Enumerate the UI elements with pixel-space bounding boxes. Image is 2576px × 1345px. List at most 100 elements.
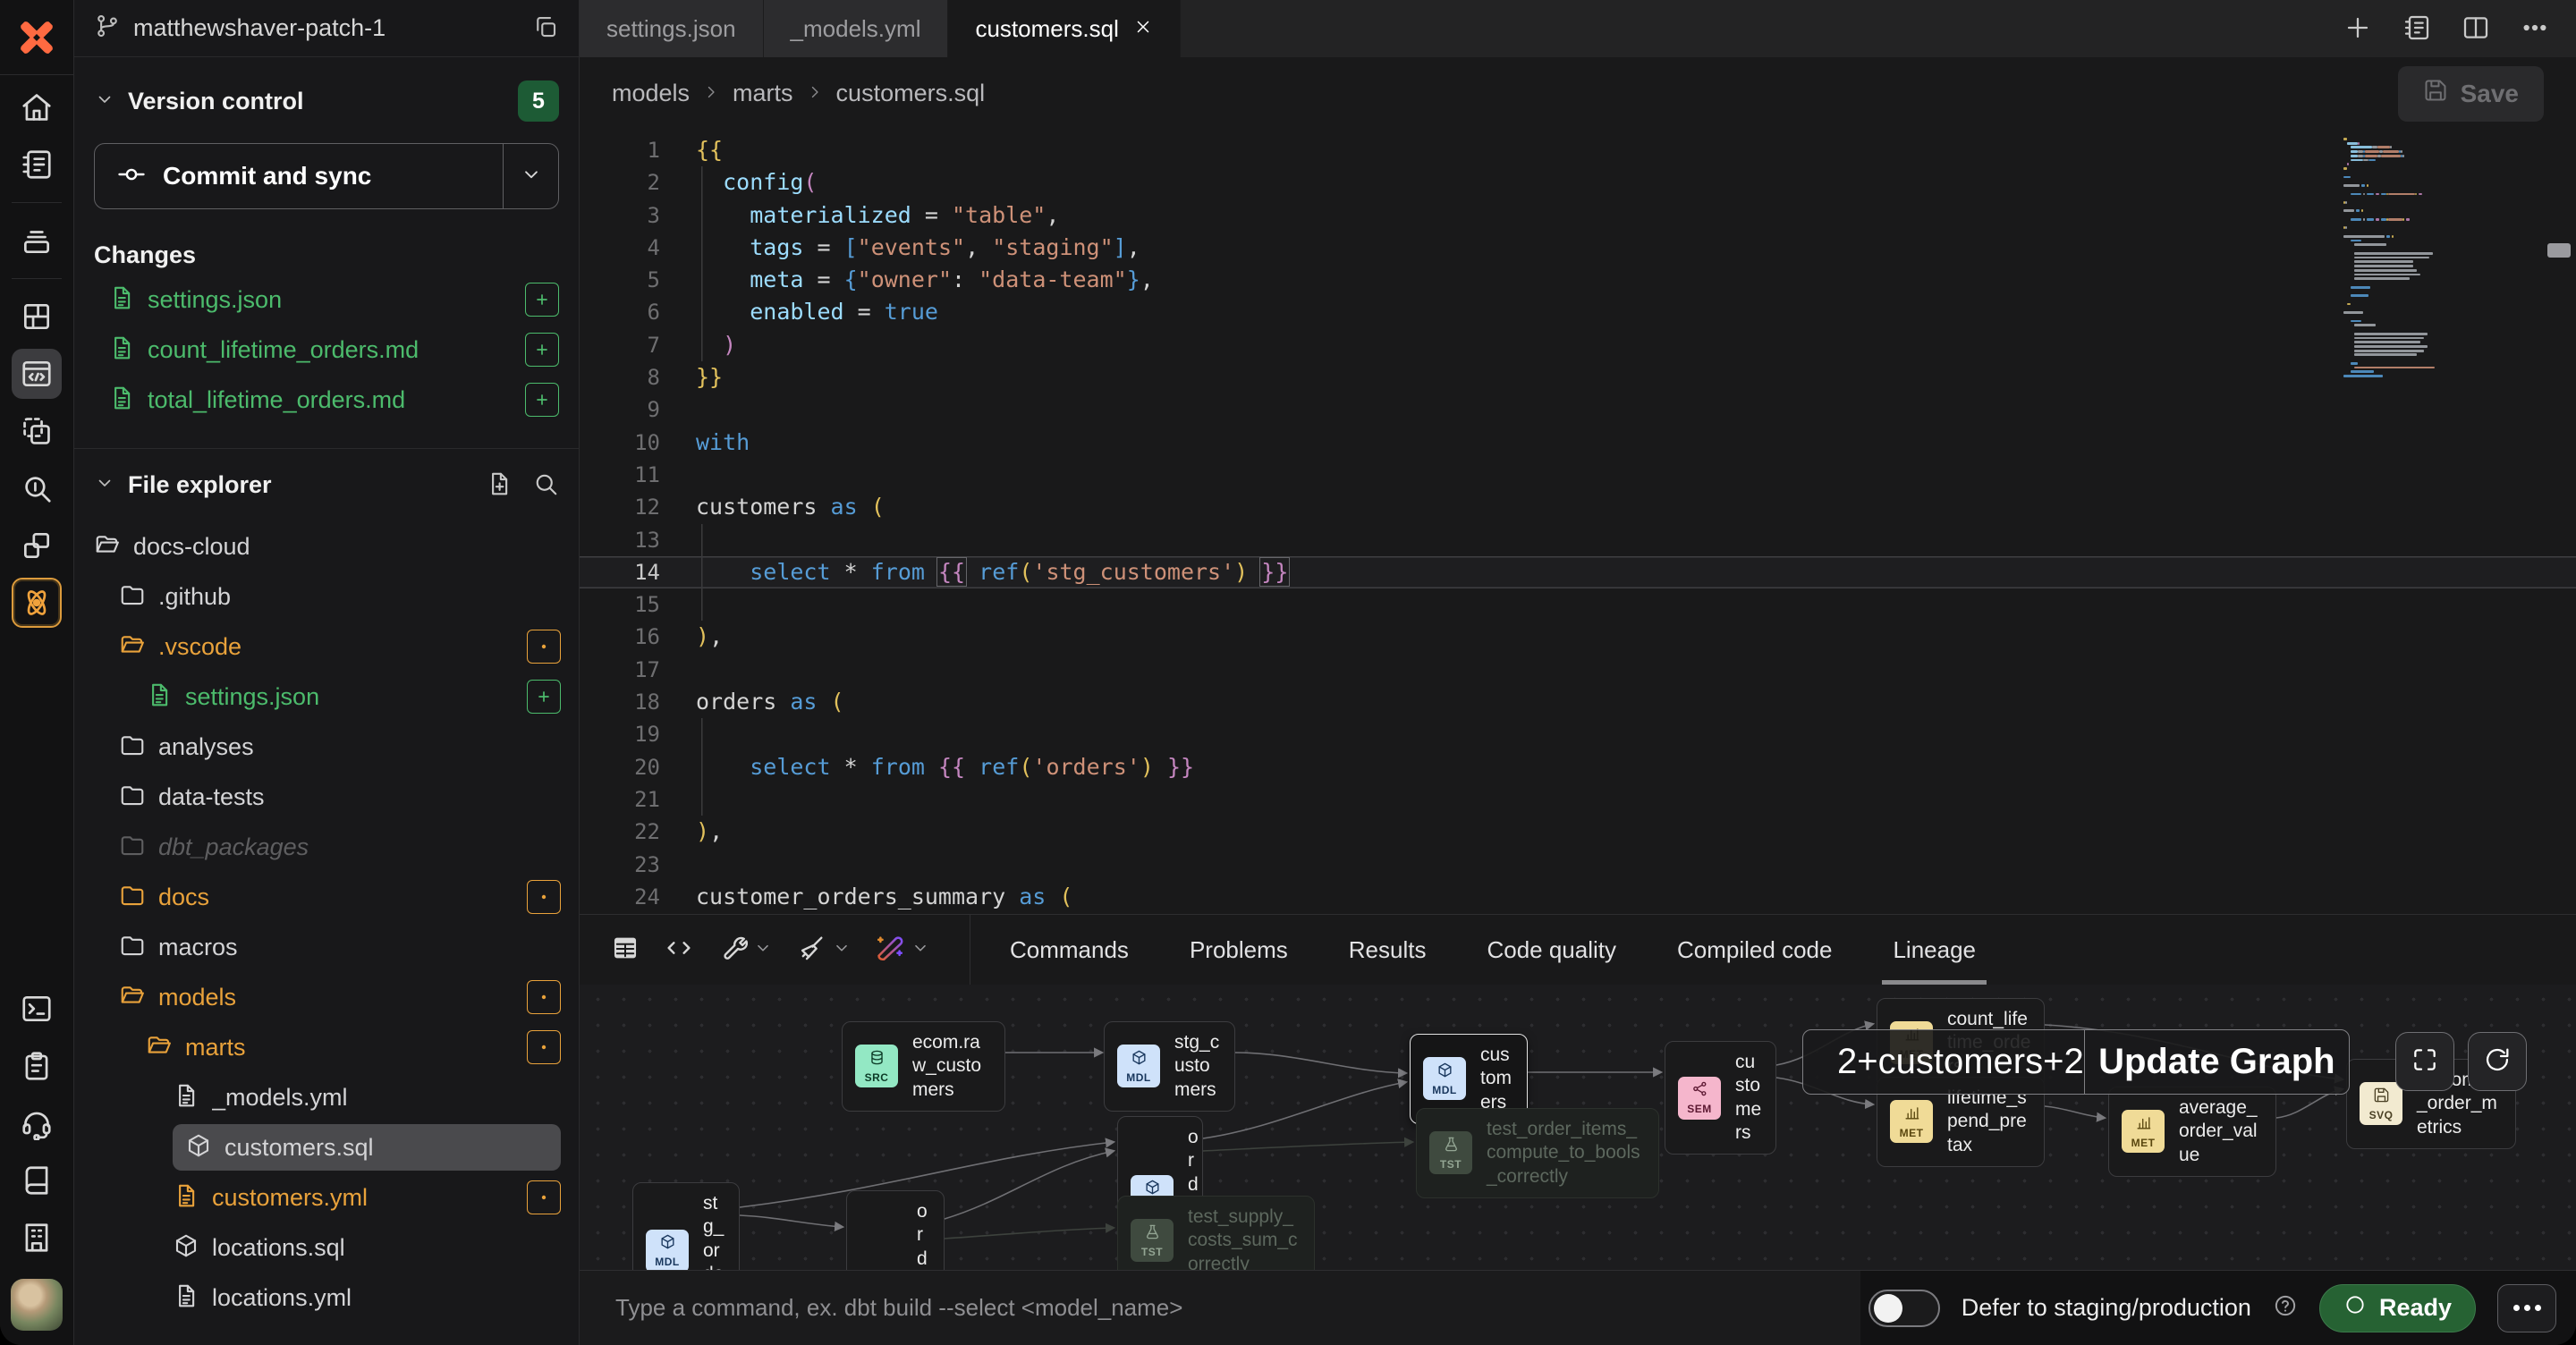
user-avatar[interactable]: [11, 1279, 63, 1331]
breadcrumb-part[interactable]: marts: [733, 80, 793, 107]
rail-item-code-editor[interactable]: [12, 349, 62, 399]
code-line-23[interactable]: 23: [580, 849, 2576, 881]
help-icon[interactable]: [2273, 1293, 2298, 1323]
search-files-button[interactable]: [532, 470, 559, 500]
rail-item-building[interactable]: [12, 1213, 62, 1263]
panel-tab-lineage[interactable]: Lineage: [1862, 915, 2006, 985]
code-line-7[interactable]: 7 ): [580, 329, 2576, 361]
tree-item-settings.json[interactable]: settings.json: [74, 672, 579, 722]
tree-item-locations.sql[interactable]: locations.sql: [74, 1222, 579, 1273]
lineage-node-stg_customers[interactable]: MDLstg_customers: [1104, 1021, 1235, 1112]
modified-badge[interactable]: [527, 1180, 561, 1214]
panel-tab-results[interactable]: Results: [1318, 915, 1457, 985]
panel-tab-compiled-code[interactable]: Compiled code: [1647, 915, 1862, 985]
tab-customers.sql[interactable]: customers.sql: [948, 0, 1180, 57]
breadcrumb-part[interactable]: customers.sql: [836, 80, 986, 107]
code-line-1[interactable]: 1{{: [580, 134, 2576, 166]
lineage-canvas[interactable]: SRCecom.raw_customers MDLstg_customers MDL…: [580, 985, 2576, 1270]
breadcrumb-part[interactable]: models: [612, 80, 690, 107]
tree-item-customers.sql[interactable]: customers.sql: [74, 1122, 579, 1172]
editor-scrollbar-thumb[interactable]: [2547, 243, 2571, 258]
dbt-logo[interactable]: [0, 0, 73, 75]
stage-add-badge[interactable]: [525, 283, 559, 317]
modified-badge[interactable]: [527, 630, 561, 664]
rail-item-copy-dashed[interactable]: [12, 406, 62, 456]
tree-item-.vscode[interactable]: .vscode: [74, 622, 579, 672]
split-editor-icon[interactable]: [2462, 13, 2490, 45]
rail-item-headset[interactable]: [12, 1098, 62, 1148]
tree-item-.github[interactable]: .github: [74, 571, 579, 622]
code-line-21[interactable]: 21: [580, 783, 2576, 816]
new-file-button[interactable]: [486, 470, 513, 500]
ready-status-button[interactable]: Ready: [2319, 1284, 2476, 1332]
lineage-selector-input[interactable]: 2+customers+2: [1803, 1030, 2084, 1094]
lineage-refresh-button[interactable]: [2468, 1032, 2527, 1091]
defer-toggle[interactable]: [1868, 1290, 1940, 1327]
commit-options-dropdown[interactable]: [503, 144, 558, 208]
rail-item-windows[interactable]: [12, 520, 62, 571]
modified-badge[interactable]: [527, 980, 561, 1014]
lineage-node-customers_sem[interactable]: SEMcustomers: [1665, 1041, 1776, 1155]
tree-item-_models.yml[interactable]: _models.yml: [74, 1072, 579, 1122]
tree-item-macros[interactable]: macros: [74, 922, 579, 972]
commit-and-sync-button[interactable]: Commit and sync: [94, 143, 559, 209]
tree-item-models[interactable]: models: [74, 972, 579, 1022]
outline-icon[interactable]: [2402, 13, 2431, 45]
more-options-icon[interactable]: [2521, 13, 2549, 45]
tree-item-dbt_packages[interactable]: dbt_packages: [74, 822, 579, 872]
code-line-13[interactable]: 13: [580, 524, 2576, 556]
tree-item-locations.yml[interactable]: locations.yml: [74, 1273, 579, 1323]
code-line-19[interactable]: 19: [580, 718, 2576, 750]
code-line-6[interactable]: 6 enabled = true: [580, 296, 2576, 328]
lineage-fullscreen-button[interactable]: [2395, 1032, 2454, 1091]
added-badge[interactable]: [527, 680, 561, 714]
code-line-20[interactable]: 20 select * from {{ ref('orders') }}: [580, 751, 2576, 783]
wrench-tool-icon[interactable]: [710, 926, 780, 975]
rail-item-terminal[interactable]: [12, 984, 62, 1034]
version-control-header[interactable]: Version control 5: [74, 57, 579, 131]
code-line-3[interactable]: 3 materialized = "table",: [580, 199, 2576, 232]
lineage-node-test_supply_costs_sum_correctly[interactable]: TSTtest_supply_costs_sum_correctly: [1117, 1196, 1315, 1270]
rail-item-notebook[interactable]: [12, 140, 62, 190]
change-item[interactable]: total_lifetime_orders.md: [74, 375, 579, 425]
code-line-10[interactable]: 10with: [580, 427, 2576, 459]
modified-badge[interactable]: [527, 1030, 561, 1064]
lineage-node-order_items[interactable]: MDLorder_items: [846, 1190, 945, 1270]
file-explorer-header[interactable]: File explorer: [74, 449, 579, 509]
broom-tool-icon[interactable]: [789, 926, 859, 975]
code-line-17[interactable]: 17: [580, 654, 2576, 686]
code-line-15[interactable]: 15: [580, 588, 2576, 621]
tree-item-docs-cloud[interactable]: docs-cloud: [74, 521, 579, 571]
rail-item-stack[interactable]: [12, 216, 62, 266]
rail-item-book[interactable]: [12, 1155, 62, 1205]
code-line-22[interactable]: 22),: [580, 816, 2576, 848]
change-item[interactable]: settings.json: [74, 275, 579, 325]
code-editor[interactable]: 1{{2 config(3 materialized = "table",4 t…: [580, 130, 2576, 914]
minimap[interactable]: [2343, 137, 2479, 378]
table-tool-icon[interactable]: [603, 926, 648, 975]
lineage-node-test_order_items_compute_to_bools_correctly[interactable]: TSTtest_order_items_compute_to_bools _co…: [1416, 1108, 1659, 1198]
close-icon[interactable]: [1133, 15, 1153, 43]
code-line-2[interactable]: 2 config(: [580, 166, 2576, 199]
rail-item-atom[interactable]: [12, 578, 62, 628]
code-line-18[interactable]: 18orders as (: [580, 686, 2576, 718]
code-tag-tool-icon[interactable]: [657, 926, 701, 975]
panel-tab-problems[interactable]: Problems: [1159, 915, 1318, 985]
code-line-12[interactable]: 12customers as (: [580, 491, 2576, 523]
tree-item-customers.yml[interactable]: customers.yml: [74, 1172, 579, 1222]
change-item[interactable]: count_lifetime_orders.md: [74, 325, 579, 375]
rail-item-search-file[interactable]: [12, 463, 62, 513]
panel-tab-commands[interactable]: Commands: [979, 915, 1159, 985]
status-more-button[interactable]: [2497, 1284, 2556, 1332]
magic-pen-tool-icon[interactable]: [868, 926, 937, 975]
code-line-24[interactable]: 24customer_orders_summary as (: [580, 881, 2576, 913]
code-line-9[interactable]: 9: [580, 393, 2576, 426]
code-line-11[interactable]: 11: [580, 459, 2576, 491]
tab-_models.yml[interactable]: _models.yml: [764, 0, 949, 57]
tab-settings.json[interactable]: settings.json: [580, 0, 764, 57]
tree-item-analyses[interactable]: analyses: [74, 722, 579, 772]
modified-badge[interactable]: [527, 880, 561, 914]
new-tab-icon[interactable]: [2343, 13, 2372, 45]
lineage-node-ecom.raw_customers[interactable]: SRCecom.raw_customers: [842, 1021, 1005, 1112]
code-line-16[interactable]: 16),: [580, 621, 2576, 653]
